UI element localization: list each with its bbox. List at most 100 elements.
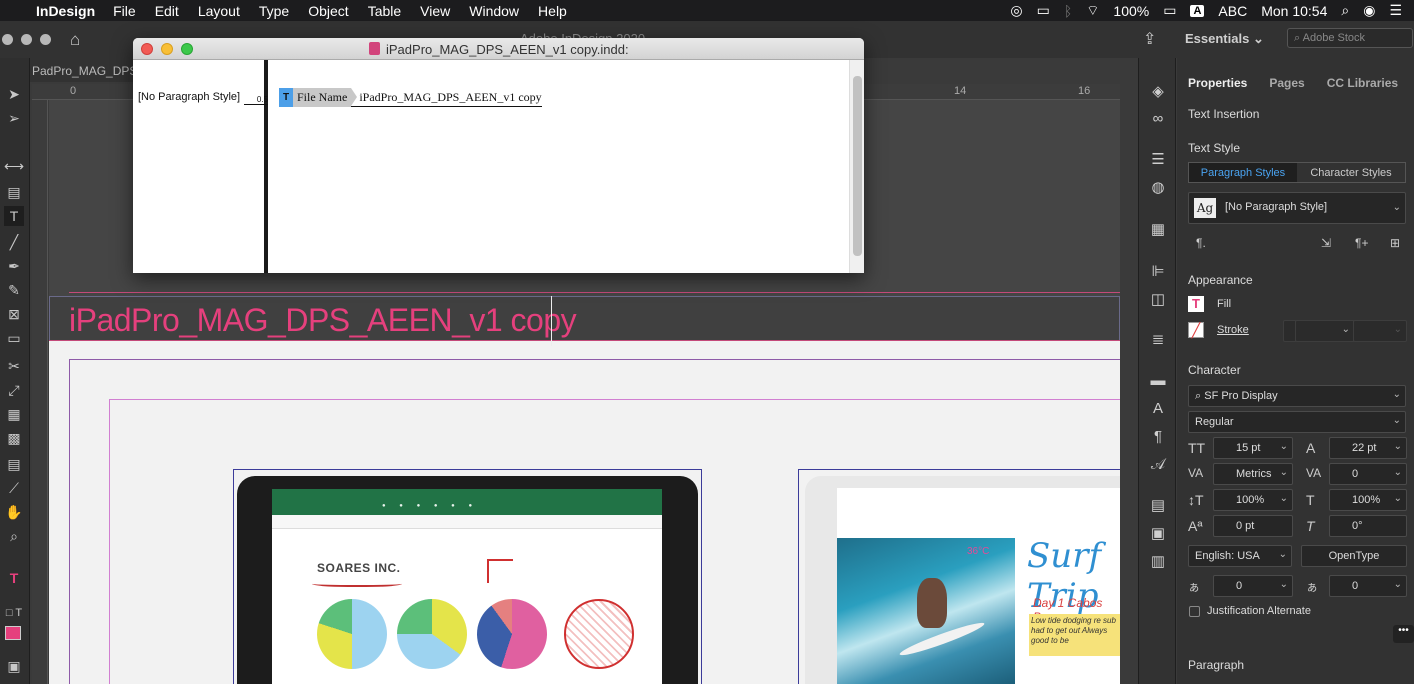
airplay-icon[interactable]: ▭	[1037, 2, 1050, 19]
load-styles-icon[interactable]: ⇲	[1321, 236, 1331, 250]
pencil-tool-icon[interactable]: ✎	[4, 280, 24, 300]
paragraph-style-dropdown[interactable]: Ag [No Paragraph Style] ⌄	[1188, 192, 1406, 224]
more-options-icon[interactable]: •••	[1393, 625, 1414, 643]
clock[interactable]: Mon 10:54	[1261, 3, 1327, 19]
menu-window[interactable]: Window	[469, 3, 519, 19]
font-size-field[interactable]: 15 pt ⌄	[1213, 437, 1293, 459]
paragraph-panel-icon[interactable]: ¶	[1148, 428, 1168, 446]
stroke-type-field[interactable]: ⌄	[1353, 320, 1407, 342]
app-menu[interactable]: InDesign	[36, 3, 95, 19]
apply-color-icon[interactable]	[5, 626, 21, 640]
table-styles-icon[interactable]: ▥	[1148, 552, 1168, 570]
tab-cc-libraries[interactable]: CC Libraries	[1316, 70, 1409, 96]
before-field[interactable]: 0 ⌄	[1213, 575, 1293, 597]
cell-styles-icon[interactable]: ▣	[1148, 524, 1168, 542]
input-source-icon[interactable]: A	[1190, 4, 1205, 17]
menu-object[interactable]: Object	[308, 3, 348, 19]
wifi-icon[interactable]: ⌔	[1086, 2, 1099, 20]
siri-icon[interactable]: ◉	[1363, 2, 1375, 19]
window-close-button[interactable]	[2, 34, 13, 45]
table-panel-icon[interactable]: ▤	[1148, 496, 1168, 514]
stroke-panel-icon[interactable]: ☰	[1148, 150, 1168, 168]
zoom-tool-icon[interactable]: ⌕	[4, 526, 24, 546]
justification-alternate-checkbox[interactable]	[1189, 606, 1200, 617]
battery-icon[interactable]: ▭	[1163, 2, 1176, 19]
dialog-close-button[interactable]	[141, 43, 153, 55]
cc-libraries-icon[interactable]: ▦	[1148, 220, 1168, 238]
spotlight-icon[interactable]: ⌕	[1341, 2, 1349, 19]
dialog-zoom-button[interactable]	[181, 43, 193, 55]
adobe-stock-search[interactable]: ⌕ Adobe Stock	[1287, 28, 1413, 48]
tab-properties[interactable]: Properties	[1177, 70, 1258, 96]
clear-overrides-icon[interactable]: ¶.	[1196, 236, 1206, 250]
screen-mode-icon[interactable]: ▣	[4, 656, 24, 676]
menu-view[interactable]: View	[420, 3, 450, 19]
battery-percent[interactable]: 100%	[1113, 3, 1149, 19]
hand-tool-icon[interactable]: ✋	[4, 502, 24, 522]
font-family-dropdown[interactable]: ⌕ SF Pro Display ⌄	[1188, 385, 1406, 407]
line-tool-icon[interactable]: ╱	[4, 232, 24, 252]
align-icon[interactable]: ⊫	[1148, 262, 1168, 280]
dialog-minimize-button[interactable]	[161, 43, 173, 55]
content-collector-icon[interactable]: ▤	[4, 182, 24, 202]
language-dropdown[interactable]: English: USA ⌄	[1188, 545, 1292, 567]
menu-type[interactable]: Type	[259, 3, 289, 19]
pen-tool-icon[interactable]: ✒	[4, 256, 24, 276]
rectangle-tool-icon[interactable]: ▭	[4, 328, 24, 348]
ipad-surf-image[interactable]: 36°C Surf Trip Day 1 Cabos Bon Low tide …	[805, 476, 1120, 684]
skew-field[interactable]: 0°	[1329, 515, 1407, 537]
gap-tool-icon[interactable]: ⟷	[4, 156, 24, 176]
window-minimize-button[interactable]	[21, 34, 32, 45]
baseline-shift-field[interactable]: 0 pt	[1213, 515, 1293, 537]
stroke-weight-field[interactable]: ⌄	[1295, 320, 1355, 342]
type-tool-icon[interactable]: T	[4, 206, 24, 226]
fill-stroke-swatch-icon[interactable]: T	[4, 568, 24, 588]
swatches-icon[interactable]: ◍	[1148, 178, 1168, 196]
text-wrap-icon[interactable]: ≣	[1148, 330, 1168, 348]
gradient-feather-tool-icon[interactable]: ▩	[4, 428, 24, 448]
window-zoom-button[interactable]	[40, 34, 51, 45]
leading-field[interactable]: 22 pt ⌄	[1329, 437, 1407, 459]
menu-table[interactable]: Table	[368, 3, 401, 19]
menu-layout[interactable]: Layout	[198, 3, 240, 19]
scroll-thumb[interactable]	[853, 76, 862, 256]
font-style-dropdown[interactable]: Regular ⌄	[1188, 411, 1406, 433]
menu-help[interactable]: Help	[538, 3, 567, 19]
free-transform-tool-icon[interactable]: ⤢	[4, 380, 24, 400]
glyphs-icon[interactable]: 𝒜	[1148, 456, 1168, 474]
rectangle-frame-tool-icon[interactable]: ⊠	[4, 304, 24, 324]
tracking-field[interactable]: 0 ⌄	[1329, 463, 1407, 485]
redefine-style-icon[interactable]: ¶+	[1355, 236, 1368, 250]
character-panel-icon[interactable]: A	[1148, 400, 1168, 418]
gradient-icon[interactable]: ▬	[1148, 372, 1168, 390]
text-variable-tag[interactable]: T File Name iPadPro_MAG_DPS_AEEN_v1 copy	[279, 87, 542, 107]
creative-cloud-icon[interactable]: ◎	[1010, 2, 1022, 19]
layers-icon[interactable]: ◈	[1148, 82, 1168, 100]
gradient-swatch-tool-icon[interactable]: ▦	[4, 404, 24, 424]
fill-swatch-icon[interactable]: T	[1188, 296, 1204, 312]
share-icon[interactable]: ⇪	[1143, 29, 1156, 49]
story-editor-window[interactable]: iPadPro_MAG_DPS_AEEN_v1 copy.indd: [No P…	[133, 38, 864, 273]
dialog-scrollbar[interactable]	[849, 60, 864, 273]
note-tool-icon[interactable]: ▤	[4, 454, 24, 474]
story-text-area[interactable]: T File Name iPadPro_MAG_DPS_AEEN_v1 copy	[272, 60, 849, 273]
scissors-tool-icon[interactable]: ✂	[4, 356, 24, 376]
home-icon[interactable]: ⌂	[70, 30, 80, 50]
workspace-switcher[interactable]: Essentials ⌄	[1185, 31, 1264, 47]
input-source-label[interactable]: ABC	[1218, 3, 1247, 19]
slug-text-frame[interactable]: iPadPro_MAG_DPS_AEEN_v1 copy	[69, 302, 577, 339]
eyedropper-tool-icon[interactable]: ⟋	[4, 478, 24, 498]
tab-pages[interactable]: Pages	[1258, 70, 1315, 96]
selection-tool-icon[interactable]: ➤	[4, 84, 24, 104]
pathfinder-icon[interactable]: ◫	[1148, 290, 1168, 308]
opentype-button[interactable]: OpenType	[1301, 545, 1407, 567]
vertical-scale-field[interactable]: 100% ⌄	[1213, 489, 1293, 511]
character-styles-tab[interactable]: Character Styles	[1297, 163, 1405, 182]
stroke-swatch-icon[interactable]: ╱	[1188, 322, 1204, 338]
horizontal-scale-field[interactable]: 100% ⌄	[1329, 489, 1407, 511]
kerning-field[interactable]: Metrics ⌄	[1213, 463, 1293, 485]
menu-edit[interactable]: Edit	[155, 3, 179, 19]
after-field[interactable]: 0 ⌄	[1329, 575, 1407, 597]
notification-center-icon[interactable]: ☰	[1389, 2, 1402, 19]
formatting-container-icon[interactable]: □ T	[4, 603, 24, 623]
